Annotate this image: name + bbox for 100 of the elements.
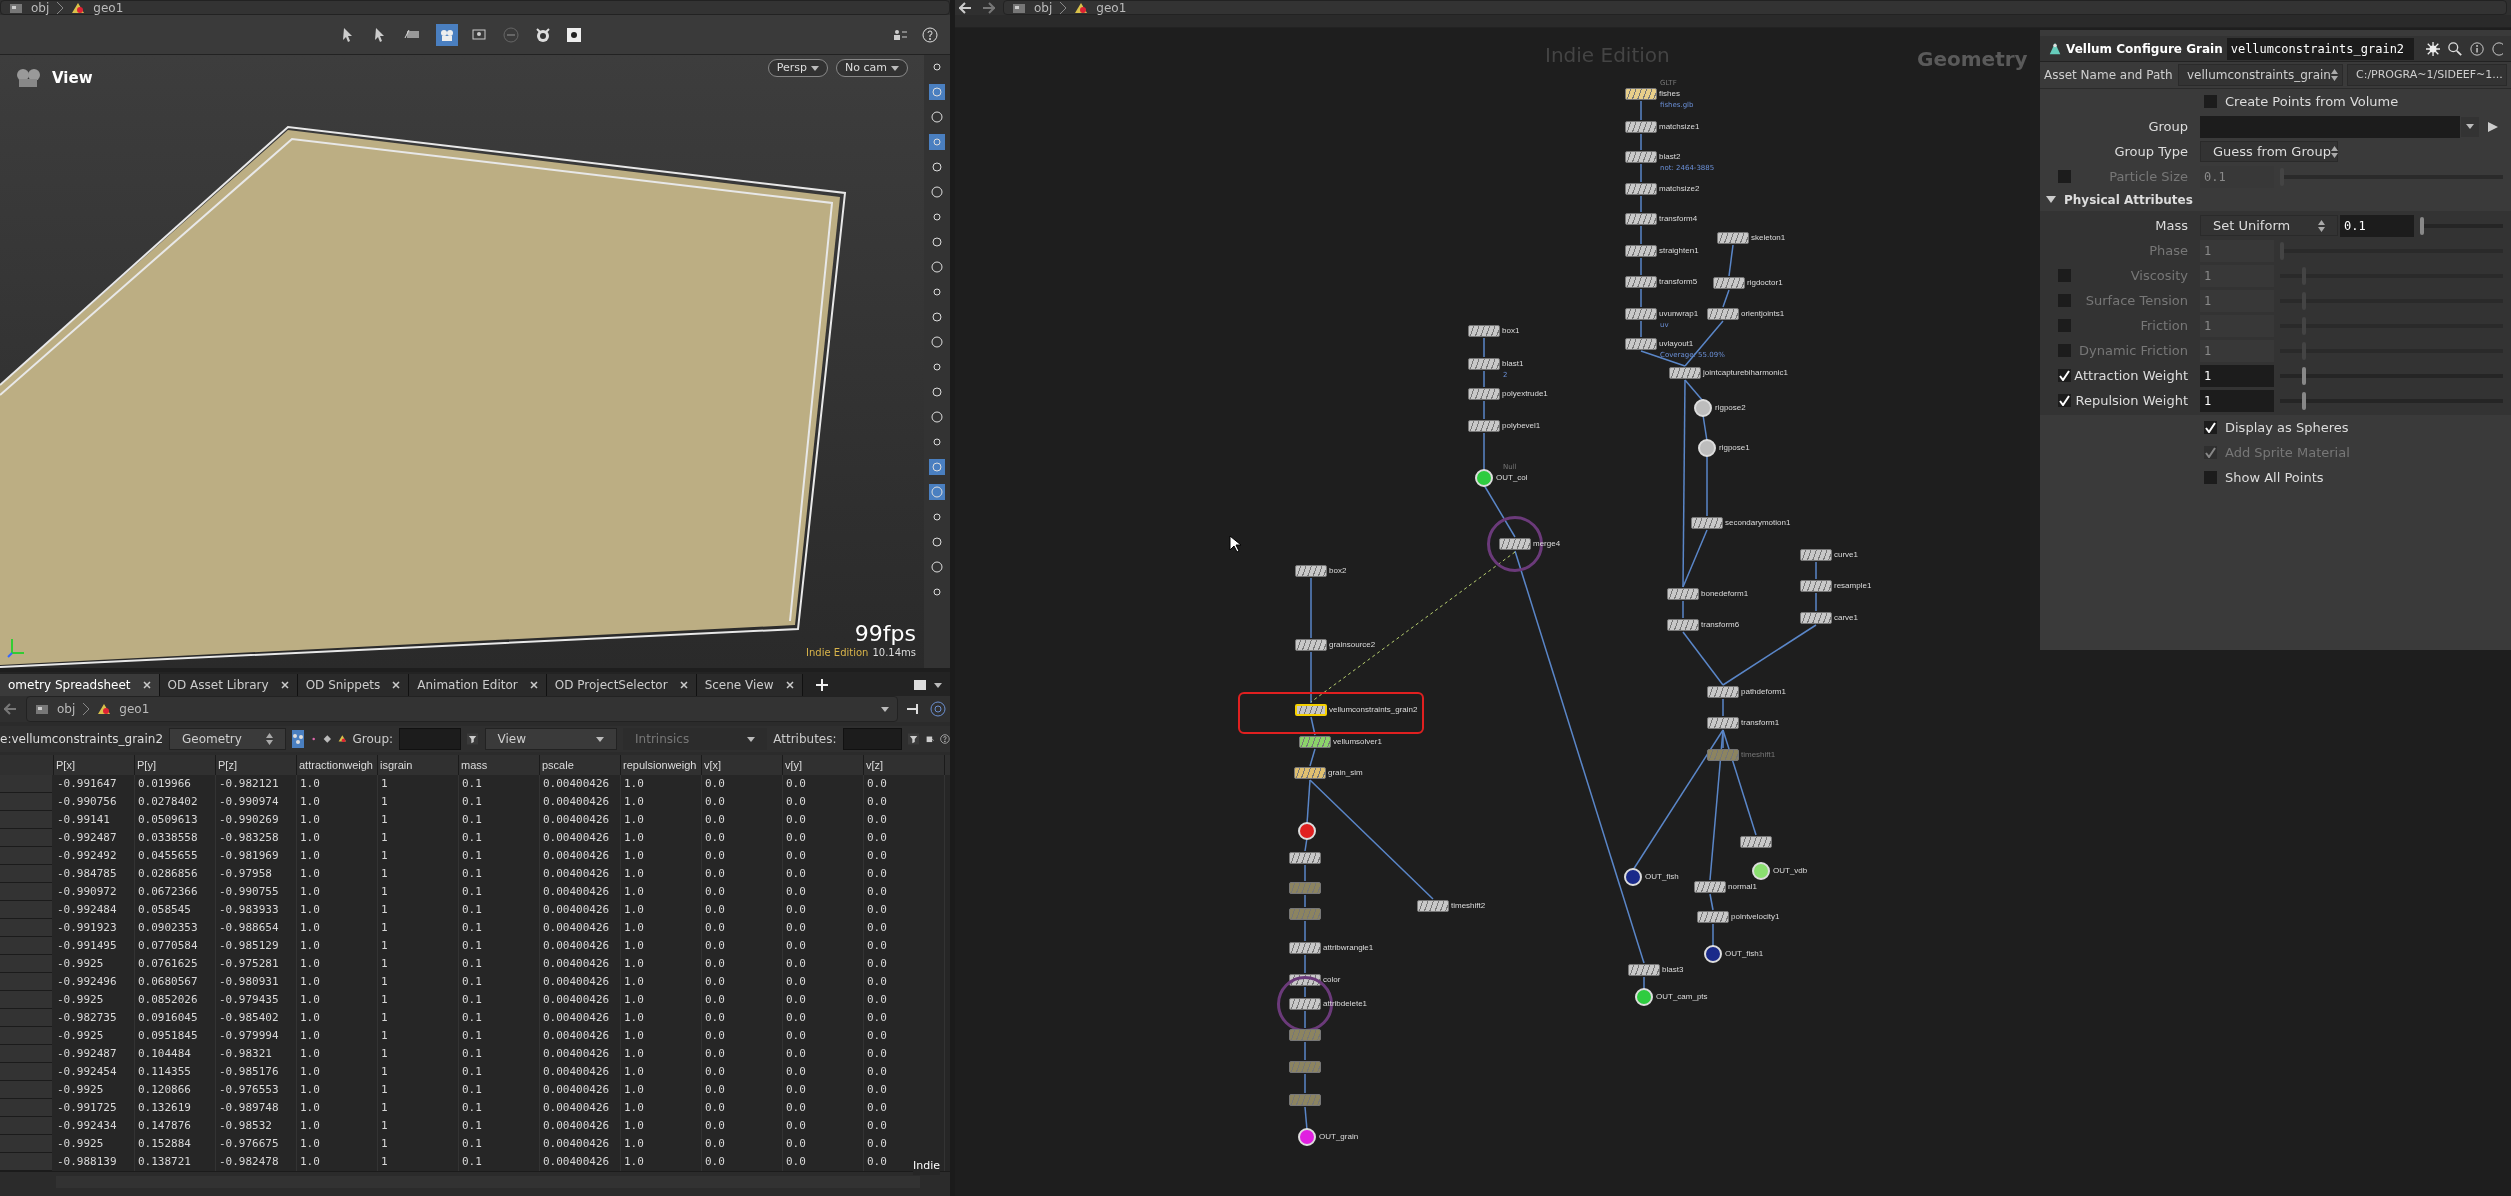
slider-track[interactable] — [2280, 266, 2503, 285]
view-dropdown[interactable]: View — [484, 728, 618, 750]
gear-square-icon[interactable] — [566, 26, 582, 43]
network-node[interactable] — [1295, 639, 1327, 651]
null-node[interactable] — [1475, 469, 1493, 487]
network-node[interactable] — [1740, 836, 1772, 848]
network-node[interactable] — [1800, 612, 1832, 624]
network-node[interactable] — [1707, 308, 1739, 320]
tool-icon[interactable] — [929, 234, 945, 250]
caret-icon[interactable] — [934, 683, 942, 688]
pane-tab[interactable]: Scene View — [696, 674, 803, 696]
network-node[interactable] — [1289, 908, 1321, 920]
path-segment[interactable]: obj — [31, 0, 50, 15]
network-node[interactable] — [1468, 358, 1500, 370]
null-node[interactable] — [1694, 399, 1712, 417]
tool-icon[interactable] — [929, 159, 945, 175]
camera-menu-button[interactable]: Persp — [767, 59, 829, 77]
network-node[interactable] — [1289, 1061, 1321, 1073]
network-node[interactable] — [1625, 308, 1657, 320]
null-node[interactable] — [1698, 439, 1716, 457]
help-icon[interactable] — [2492, 40, 2503, 57]
asset-path-dropdown[interactable]: C:/PROGRA~1/SIDEEF~1... — [2347, 64, 2507, 86]
null-node[interactable] — [1298, 822, 1316, 840]
slider-track[interactable] — [2280, 366, 2503, 385]
network-node[interactable] — [1667, 588, 1699, 600]
network-node[interactable] — [1468, 388, 1500, 400]
section-header[interactable]: Physical Attributes — [2040, 189, 2511, 211]
null-node[interactable] — [1704, 945, 1722, 963]
network-node[interactable] — [1289, 882, 1321, 894]
network-node[interactable] — [1417, 900, 1449, 912]
plus-icon[interactable] — [814, 678, 829, 692]
slider-thumb[interactable] — [2302, 316, 2307, 335]
network-node[interactable] — [1289, 998, 1321, 1010]
network-node[interactable] — [1289, 1094, 1321, 1106]
slider-track[interactable] — [2420, 216, 2503, 235]
mode-dropdown[interactable]: Geometry — [169, 728, 286, 750]
network-node[interactable] — [1625, 245, 1657, 257]
path-segment[interactable]: geo1 — [1096, 0, 1127, 15]
group-field[interactable] — [399, 728, 462, 750]
info-icon[interactable] — [2470, 40, 2485, 57]
network-node[interactable] — [1499, 538, 1531, 550]
null-node[interactable] — [1635, 988, 1653, 1006]
slider-thumb[interactable] — [2420, 216, 2424, 235]
back-arrow-icon[interactable] — [959, 1, 973, 14]
close-icon[interactable] — [529, 681, 538, 689]
network-node[interactable] — [1800, 580, 1832, 592]
node-name-field[interactable]: vellumconstraints_grain2 — [2226, 37, 2415, 60]
network-node[interactable] — [1625, 151, 1657, 163]
checkbox[interactable] — [2204, 446, 2217, 459]
checkbox[interactable] — [2204, 471, 2217, 484]
network-node[interactable] — [1707, 717, 1739, 729]
value-field[interactable]: 1 — [2200, 389, 2274, 412]
network-node[interactable] — [1468, 325, 1500, 337]
pane-tab[interactable]: Animation Editor — [409, 674, 547, 696]
search-icon[interactable] — [2448, 40, 2463, 57]
gear-icon[interactable] — [2426, 40, 2441, 57]
network-node[interactable] — [1800, 549, 1832, 561]
checkbox[interactable] — [2204, 95, 2217, 108]
slider-track[interactable] — [2280, 167, 2503, 186]
menu-dropdown[interactable]: Guess from Group — [2200, 141, 2338, 162]
network-node[interactable] — [1625, 338, 1657, 350]
slider-thumb[interactable] — [2302, 391, 2307, 410]
tool-icon[interactable] — [929, 309, 945, 325]
null-node[interactable] — [1624, 868, 1642, 886]
network-node[interactable] — [1625, 276, 1657, 288]
slider-track[interactable] — [2280, 241, 2503, 260]
asset-name-dropdown[interactable]: vellumconstraints_grain — [2178, 64, 2343, 86]
tool-icon[interactable] — [929, 334, 945, 350]
slider-track[interactable] — [2280, 291, 2503, 310]
tool-icon[interactable] — [929, 109, 945, 125]
network-node[interactable] — [1299, 736, 1331, 748]
toggle-button[interactable] — [436, 23, 458, 46]
network-node[interactable] — [1625, 183, 1657, 195]
slider-thumb[interactable] — [2302, 266, 2307, 285]
slider-track[interactable] — [2280, 391, 2503, 410]
value-field[interactable]: 0.1 — [2340, 214, 2414, 237]
network-node[interactable] — [1628, 964, 1660, 976]
network-node[interactable] — [1691, 517, 1723, 529]
network-node[interactable] — [1707, 686, 1739, 698]
pane-tab[interactable]: OD ProjectSelector — [546, 674, 697, 696]
select-arrow-icon[interactable] — [2487, 120, 2499, 133]
null-node[interactable] — [1752, 862, 1770, 880]
path-segment[interactable]: obj — [57, 700, 76, 718]
close-icon[interactable] — [785, 681, 794, 689]
target-icon[interactable] — [930, 701, 946, 717]
camera-menu-button[interactable]: No cam — [836, 59, 908, 77]
network-node[interactable] — [1717, 232, 1749, 244]
network-node[interactable] — [1295, 565, 1327, 577]
network-node[interactable] — [1625, 213, 1657, 225]
path-segment[interactable]: geo1 — [93, 0, 124, 15]
pane-tab[interactable]: ometry Spreadsheet — [0, 674, 160, 696]
network-node[interactable] — [1625, 121, 1657, 133]
network-node[interactable] — [1289, 1029, 1321, 1041]
help-icon[interactable] — [922, 26, 938, 43]
tool-icon[interactable] — [929, 184, 945, 200]
network-node[interactable] — [1468, 420, 1500, 432]
network-node[interactable] — [1697, 911, 1729, 923]
null-node[interactable] — [1298, 1128, 1316, 1146]
network-node[interactable] — [1625, 88, 1657, 100]
checkbox[interactable] — [2058, 170, 2071, 183]
